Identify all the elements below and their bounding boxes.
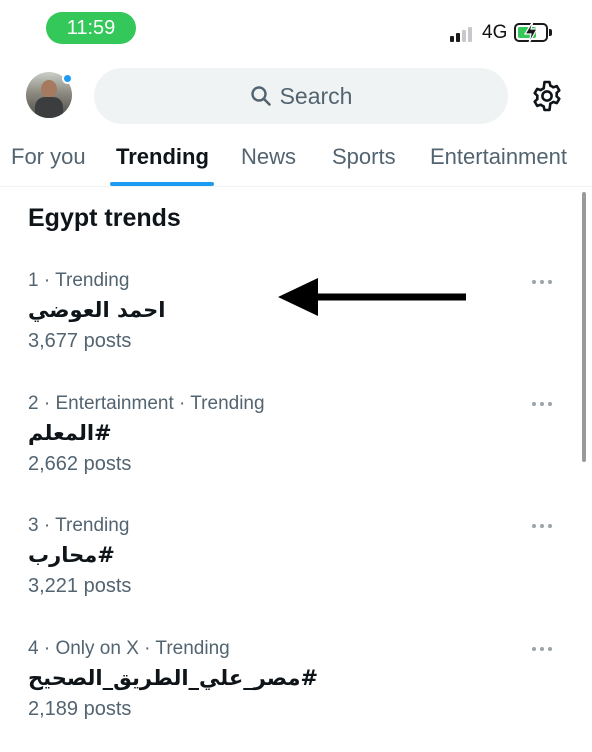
network-type: 4G — [482, 22, 508, 43]
section-title: Egypt trends — [28, 204, 181, 232]
cellular-signal-icon — [450, 24, 480, 42]
battery-tip — [549, 29, 552, 36]
trend-post-count: 3,677 posts — [28, 330, 132, 352]
trend-name: #مصر_علي_الطريق_الصحيح — [28, 666, 319, 690]
more-options-icon[interactable] — [530, 522, 554, 530]
trend-post-count: 2,662 posts — [28, 453, 132, 475]
more-options-icon[interactable] — [530, 645, 554, 653]
status-time: 11:59 — [46, 12, 136, 44]
scrollbar[interactable] — [582, 192, 586, 462]
trend-item-3[interactable]: 3 · Trending #محارب 3,221 posts — [28, 513, 568, 601]
explore-tabs: For you Trending News Sports Entertainme… — [0, 138, 592, 186]
more-options-icon[interactable] — [530, 278, 554, 286]
trend-item-2[interactable]: 2 · Entertainment · Trending #المعلم 2,6… — [28, 391, 568, 479]
trend-meta: 4 · Only on X · Trending — [28, 638, 230, 659]
tab-for-you[interactable]: For you — [11, 144, 86, 170]
search-input[interactable]: Search — [94, 68, 508, 124]
tabs-divider — [0, 186, 592, 187]
settings-gear-icon[interactable] — [530, 79, 564, 113]
tab-news[interactable]: News — [241, 144, 296, 170]
status-bar: 11:59 4G — [0, 0, 592, 58]
trend-meta: 3 · Trending — [28, 515, 130, 536]
trend-meta: 2 · Entertainment · Trending — [28, 393, 265, 414]
tab-entertainment[interactable]: Entertainment — [430, 144, 567, 170]
left-arrow-icon — [278, 278, 466, 316]
trend-post-count: 3,221 posts — [28, 575, 132, 597]
tab-sports[interactable]: Sports — [332, 144, 396, 170]
charging-bolt-icon — [523, 20, 539, 44]
trend-name: #المعلم — [28, 421, 112, 445]
trend-post-count: 2,189 posts — [28, 698, 132, 720]
tab-trending[interactable]: Trending — [116, 144, 209, 170]
trend-name: #محارب — [28, 543, 115, 567]
search-placeholder: Search — [279, 82, 353, 109]
notification-dot — [62, 73, 73, 84]
trend-item-4[interactable]: 4 · Only on X · Trending #مصر_علي_الطريق… — [28, 636, 568, 724]
more-options-icon[interactable] — [530, 400, 554, 408]
search-icon — [250, 86, 271, 106]
